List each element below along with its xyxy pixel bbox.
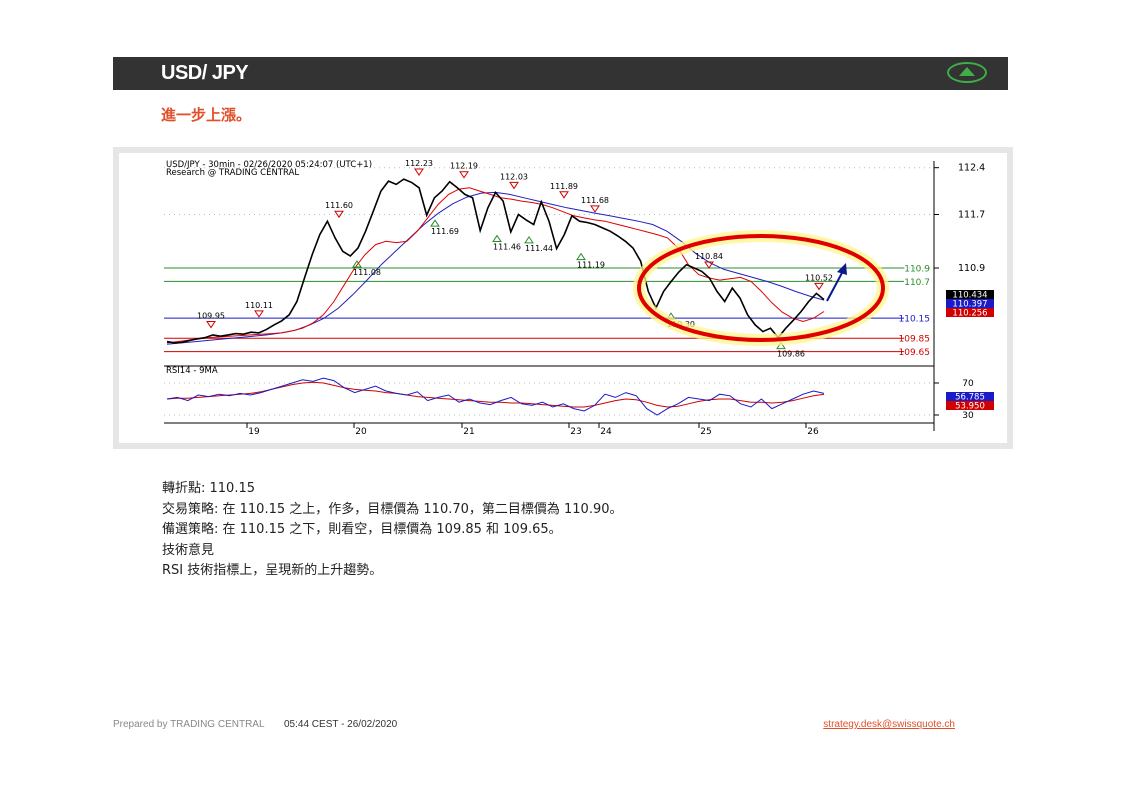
peak-marker-5 bbox=[590, 205, 600, 213]
trough-marker-2 bbox=[524, 235, 534, 244]
chart-subtitle: Research @ TRADING CENTRAL bbox=[166, 168, 299, 178]
chart-area: USD/JPY - 30min - 02/26/2020 05:24:07 (U… bbox=[119, 153, 1007, 443]
peak-marker-6 bbox=[704, 261, 714, 269]
peak-label-5: 111.68 bbox=[581, 196, 609, 205]
level-label-2: 110.15 bbox=[899, 315, 931, 325]
alternative-strategy: 備選策略: 在 110.15 之下，則看空，目標價為 109.85 和 109.… bbox=[162, 522, 562, 537]
trough-label-6: 109.86 bbox=[777, 350, 805, 359]
prepared-by: Prepared by TRADING CENTRAL bbox=[113, 719, 265, 730]
peak-label-1: 112.23 bbox=[405, 159, 433, 168]
peak-label-0: 111.60 bbox=[325, 201, 353, 210]
peak-marker-1 bbox=[414, 168, 424, 176]
rsi-tag-1: 53.950 bbox=[955, 402, 985, 412]
trough-marker-1 bbox=[492, 234, 502, 243]
rsi-y-tick-label: 70 bbox=[962, 379, 974, 389]
peak-marker-2 bbox=[459, 171, 469, 179]
chart-frame: USD/JPY - 30min - 02/26/2020 05:24:07 (U… bbox=[113, 147, 1013, 449]
rsi-title: RSI14 - 9MA bbox=[166, 366, 218, 376]
trough-label-0: 111.69 bbox=[431, 227, 459, 236]
peak-label-2: 112.19 bbox=[450, 162, 478, 171]
peak-marker-7 bbox=[814, 282, 824, 291]
peak-label-7: 110.52 bbox=[805, 273, 833, 282]
email-link[interactable]: strategy.desk@swissquote.ch bbox=[823, 719, 955, 730]
y-tick-label: 111.7 bbox=[958, 210, 985, 221]
level-label-1: 110.7 bbox=[904, 278, 930, 288]
timestamp: 05:44 CEST - 26/02/2020 bbox=[284, 719, 398, 730]
y-tick-label: 112.4 bbox=[958, 163, 985, 174]
highlight-ellipse bbox=[637, 234, 885, 342]
level-label-4: 109.65 bbox=[899, 348, 931, 358]
trough-label-2: 111.44 bbox=[525, 244, 553, 253]
peak-marker-9 bbox=[206, 321, 216, 329]
rsi-line bbox=[166, 377, 825, 416]
page-title: USD/ JPY bbox=[161, 62, 249, 84]
peak-label-9: 109.95 bbox=[197, 312, 225, 321]
level-label-0: 110.9 bbox=[904, 265, 930, 275]
x-tick-label: 23 bbox=[570, 427, 581, 437]
forecast-arrowhead bbox=[837, 263, 847, 275]
peak-label-3: 112.03 bbox=[500, 172, 528, 181]
x-tick-label: 26 bbox=[807, 427, 819, 437]
price-chart: USD/JPY - 30min - 02/26/2020 05:24:07 (U… bbox=[164, 159, 994, 437]
trading-strategy: 交易策略: 在 110.15 之上，作多，目標價為 110.70，第二目標價為 … bbox=[162, 501, 623, 517]
analysis-headline: 進一步上漲。 bbox=[161, 106, 252, 124]
peak-marker-3 bbox=[509, 181, 519, 190]
pivot-point: 轉折點: 110.15 bbox=[162, 481, 255, 496]
x-tick-label: 25 bbox=[700, 427, 711, 437]
rsi-y-tick-label: 30 bbox=[962, 411, 974, 421]
trough-marker-3 bbox=[576, 252, 586, 261]
peak-marker-4 bbox=[559, 191, 569, 199]
analysis-text: 轉折點: 110.15 交易策略: 在 110.15 之上，作多，目標價為 11… bbox=[162, 479, 623, 582]
peak-label-4: 111.89 bbox=[550, 182, 578, 191]
comment-title: 技術意見 bbox=[162, 542, 215, 558]
header-bar: USD/ JPY bbox=[113, 57, 1008, 90]
price-tag-2: 110.256 bbox=[952, 309, 987, 319]
trough-label-1: 111.46 bbox=[493, 243, 521, 252]
level-label-3: 109.85 bbox=[899, 335, 931, 345]
peak-label-8: 110.11 bbox=[245, 301, 273, 310]
x-tick-label: 20 bbox=[355, 427, 367, 437]
up-triangle-icon bbox=[947, 62, 987, 83]
trough-label-4: 111.08 bbox=[353, 268, 381, 277]
x-tick-label: 21 bbox=[463, 427, 474, 437]
y-tick-label: 110.9 bbox=[958, 263, 985, 274]
trough-marker-0 bbox=[430, 219, 440, 227]
x-tick-label: 19 bbox=[248, 427, 260, 437]
peak-label-6: 110.84 bbox=[695, 252, 723, 261]
technical-comment: RSI 技術指標上，呈現新的上升趨勢。 bbox=[162, 563, 383, 578]
trough-label-3: 111.19 bbox=[577, 261, 605, 270]
fast-ma-line bbox=[166, 187, 825, 344]
peak-marker-8 bbox=[254, 310, 264, 318]
x-tick-label: 24 bbox=[600, 427, 612, 437]
